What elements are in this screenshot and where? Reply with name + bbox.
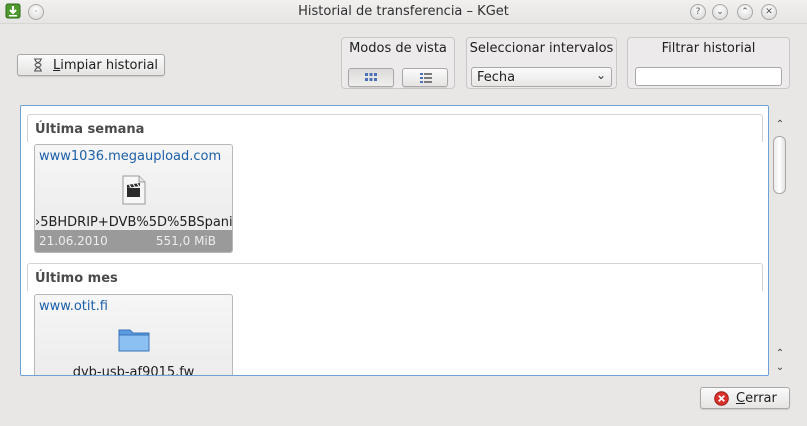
filter-history-label: Filtrar historial (661, 41, 756, 56)
select-interval-group: Seleccionar intervalos Fecha ⌄ (466, 37, 617, 89)
download-card[interactable]: www1036.megaupload.com ›5BHDRIP+DVB%5D%5… (34, 144, 233, 253)
scroll-handle[interactable] (773, 136, 786, 194)
cancel-mnemonic: C (736, 391, 746, 406)
cancel-label-rest: errar (745, 391, 777, 406)
list-view-button[interactable] (402, 68, 448, 87)
card-host: www.otit.fi (39, 299, 108, 314)
card-date: 21.06.2010 (39, 234, 108, 248)
clear-history-label-rest: impiar historial (60, 58, 159, 73)
filter-history-group: Filtrar historial (627, 37, 790, 89)
section-title: Última semana (35, 122, 145, 137)
view-modes-group: Modos de vista (341, 37, 455, 89)
vertical-scrollbar[interactable]: ⌃ ⌃ ⌄ (773, 118, 787, 376)
card-filename: dvb-usb-af9015.fw (72, 365, 195, 376)
list-view-icon (420, 73, 432, 83)
minimize-icon[interactable]: ⌄ (712, 4, 728, 20)
scroll-up-icon[interactable]: ⌃ (773, 118, 787, 132)
cancel-icon (714, 391, 729, 406)
section-last-month: Último mes www.otit.fi dvb-usb-af9015.fw (27, 263, 763, 376)
window-title: Historial de transferencia – KGet (298, 4, 509, 19)
card-meta-bar: 21.06.2010 551,0 MiB (35, 230, 232, 252)
help-icon[interactable]: ? (690, 4, 706, 20)
scroll-down-icon[interactable]: ⌄ (773, 361, 787, 375)
clear-history-button[interactable]: Limpiar historial (17, 54, 165, 76)
cancel-button[interactable]: Cerrar (700, 387, 790, 409)
icon-view-button[interactable] (348, 68, 394, 87)
select-interval-label: Seleccionar intervalos (469, 41, 614, 56)
video-file-icon (122, 175, 146, 205)
title-bar: · Historial de transferencia – KGet ? ⌄ … (0, 0, 807, 24)
section-header: Último mes (27, 263, 763, 291)
history-view[interactable]: Última semana www1036.megaupload.com ›5B… (20, 105, 769, 376)
scroll-up-icon[interactable]: ⌃ (773, 347, 787, 361)
interval-combobox[interactable]: Fecha ⌄ (471, 67, 612, 87)
chevron-down-icon: ⌄ (595, 68, 606, 82)
card-host: www1036.megaupload.com (39, 149, 222, 164)
view-modes-label: Modos de vista (349, 41, 447, 56)
clear-history-label: Limpiar historial (53, 58, 158, 73)
maximize-icon[interactable]: ⌃ (737, 4, 753, 20)
icon-view-icon (365, 73, 377, 81)
download-card[interactable]: www.otit.fi dvb-usb-af9015.fw (34, 294, 233, 376)
cancel-label: Cerrar (736, 391, 777, 406)
section-header: Última semana (27, 114, 763, 142)
interval-selected-value: Fecha (477, 70, 516, 85)
folder-icon (118, 329, 150, 352)
close-icon[interactable]: ✕ (761, 4, 777, 20)
card-filename: ›5BHDRIP+DVB%5D%5BSpanisl (35, 215, 232, 230)
section-last-week: Última semana www1036.megaupload.com ›5B… (27, 114, 763, 262)
section-title: Último mes (35, 271, 118, 286)
hourglass-clear-icon (34, 58, 42, 72)
card-size: 551,0 MiB (155, 234, 216, 248)
filter-history-input[interactable] (635, 67, 782, 86)
